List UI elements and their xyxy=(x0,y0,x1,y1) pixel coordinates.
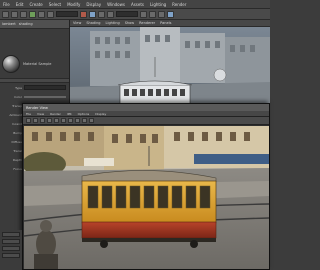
ipr-render-icon[interactable] xyxy=(47,118,52,123)
attribute-label: Depth xyxy=(12,157,22,162)
attribute-row: Color xyxy=(2,93,66,100)
select-button[interactable] xyxy=(2,232,20,237)
main-menubar: File Edit Create Select Modify Display Windows… xyxy=(0,0,270,9)
tab-lambert[interactable]: lambert xyxy=(2,22,16,26)
attribute-slider[interactable] xyxy=(24,95,66,98)
attribute-label: Bump xyxy=(13,130,22,135)
remove-image-icon[interactable] xyxy=(89,118,94,123)
snap-curve-icon[interactable] xyxy=(149,10,156,18)
render-view-title: Render View xyxy=(26,105,48,110)
close-button[interactable] xyxy=(2,253,20,258)
render-menu-file[interactable]: File xyxy=(26,112,31,116)
render-icon[interactable] xyxy=(80,10,87,18)
keep-image-icon[interactable] xyxy=(82,118,87,123)
render-region-icon[interactable] xyxy=(33,118,38,123)
render-view-toolbar xyxy=(23,117,269,125)
material-sample-label: Material Sample xyxy=(23,62,52,66)
menu-file[interactable]: File xyxy=(3,2,10,7)
menu-assets[interactable]: Assets xyxy=(131,2,144,7)
material-swatch-sphere[interactable] xyxy=(2,55,20,73)
menu-windows[interactable]: Windows xyxy=(107,2,125,7)
lasso-icon[interactable] xyxy=(11,10,18,18)
attribute-label: Transl xyxy=(13,148,22,153)
attribute-label: Diffuse xyxy=(11,139,22,144)
building-far-right xyxy=(225,37,270,85)
rotate-icon[interactable] xyxy=(38,10,45,18)
render-menu-view[interactable]: View xyxy=(37,112,44,116)
viewport-scene[interactable] xyxy=(70,27,270,110)
snapshot-icon[interactable] xyxy=(40,118,45,123)
attribute-label: Type xyxy=(15,85,22,90)
render-menu-display[interactable]: Display xyxy=(95,112,106,116)
left-bottom-buttons xyxy=(0,230,22,270)
menu-render[interactable]: Render xyxy=(172,2,186,7)
viewport-menu-bar: View Shading Lighting Show Renderer Panels xyxy=(70,20,270,27)
select-icon[interactable] xyxy=(2,10,9,18)
rgb-channel-icon[interactable] xyxy=(61,118,66,123)
attribute-row: Type xyxy=(2,84,66,91)
paint-icon[interactable] xyxy=(20,10,27,18)
status-line-toolbar xyxy=(0,9,270,20)
copy-tab-button[interactable] xyxy=(2,246,20,251)
perspective-viewport[interactable]: View Shading Lighting Show Renderer Panels xyxy=(70,20,270,110)
menu-create[interactable]: Create xyxy=(29,2,42,7)
viewport-menu-view[interactable]: View xyxy=(73,21,81,25)
refresh-icon[interactable] xyxy=(54,118,59,123)
move-icon[interactable] xyxy=(29,10,36,18)
render-view-titlebar[interactable]: Render View xyxy=(23,104,269,111)
attribute-editor-header: lambert shading xyxy=(0,20,69,29)
menu-edit[interactable]: Edit xyxy=(16,2,24,7)
attribute-label: Ambient xyxy=(9,112,22,117)
attribute-label: Focus xyxy=(13,166,22,171)
render-view-window[interactable]: Render View File View Render IPR Options Disp… xyxy=(22,103,270,270)
render-settings-icon[interactable] xyxy=(98,10,105,18)
viewport-menu-lighting[interactable]: Lighting xyxy=(106,21,120,25)
menu-display[interactable]: Display xyxy=(86,2,101,7)
attribute-label: Incand xyxy=(11,121,22,126)
zoom-icon[interactable] xyxy=(75,118,80,123)
snap-grid-icon[interactable] xyxy=(140,10,147,18)
render-menu-ipr[interactable]: IPR xyxy=(67,112,72,116)
hypershade-icon[interactable] xyxy=(107,10,114,18)
attribute-label: Color xyxy=(14,94,22,99)
search-field[interactable] xyxy=(116,11,138,17)
render-menu-render[interactable]: Render xyxy=(50,112,61,116)
menu-lighting[interactable]: Lighting xyxy=(150,2,166,7)
load-attributes-button[interactable] xyxy=(2,239,20,244)
scale-icon[interactable] xyxy=(47,10,54,18)
dome-object xyxy=(213,68,227,82)
blue-awning xyxy=(194,154,269,164)
white-awning xyxy=(84,158,114,166)
render-menu-options[interactable]: Options xyxy=(78,112,90,116)
menu-modify[interactable]: Modify xyxy=(67,2,80,7)
redo-render-icon[interactable] xyxy=(26,118,31,123)
attribute-label: Transp xyxy=(12,103,22,108)
ipr-icon[interactable] xyxy=(89,10,96,18)
alpha-channel-icon[interactable] xyxy=(68,118,73,123)
attribute-field[interactable] xyxy=(24,85,66,90)
viewport-menu-panels[interactable]: Panels xyxy=(160,21,171,25)
rendered-image xyxy=(24,126,269,269)
shelf-input-field[interactable] xyxy=(56,11,78,17)
tab-shading[interactable]: shading xyxy=(19,22,33,26)
snap-point-icon[interactable] xyxy=(158,10,165,18)
camera-icon[interactable] xyxy=(167,10,174,18)
viewport-menu-show[interactable]: Show xyxy=(125,21,134,25)
section-divider[interactable] xyxy=(0,78,69,83)
viewport-menu-renderer[interactable]: Renderer xyxy=(139,21,155,25)
viewport-menu-shading[interactable]: Shading xyxy=(86,21,100,25)
menu-select[interactable]: Select xyxy=(49,2,61,7)
material-sample-row: Material Sample xyxy=(2,50,66,78)
